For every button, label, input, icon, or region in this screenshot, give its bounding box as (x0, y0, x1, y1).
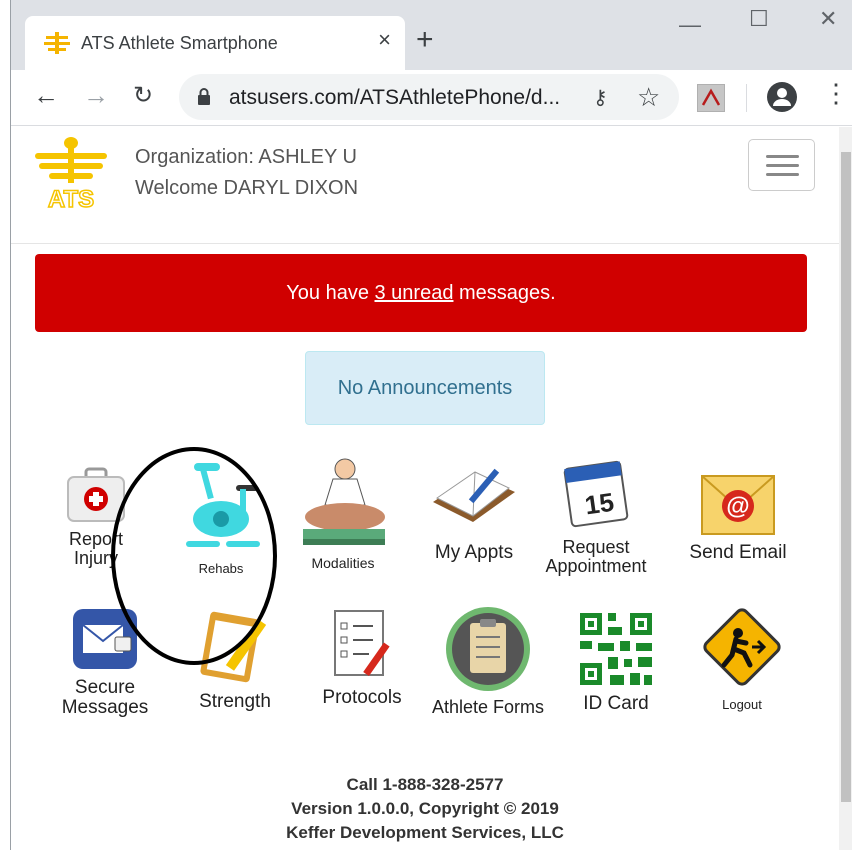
lock-icon (198, 88, 210, 105)
announcements-box[interactable]: No Announcements (305, 351, 545, 425)
vertical-scrollbar[interactable] (839, 127, 852, 850)
footer-version: Version 1.0.0.0, Copyright © 2019 (291, 799, 559, 818)
svg-text:15: 15 (583, 487, 616, 521)
scrollbar-thumb[interactable] (841, 152, 851, 802)
menu-bar (766, 164, 799, 167)
menu-bar (766, 155, 799, 158)
request-appointment-tile[interactable]: 15 Request Appointment (541, 457, 651, 576)
exit-sign-icon (703, 608, 781, 686)
tile-label: My Appts (434, 542, 514, 563)
unread-messages-link[interactable]: 3 unread (375, 282, 454, 304)
tile-label: Protocols (322, 687, 402, 708)
browser-menu-icon[interactable]: ⋮ (823, 80, 849, 106)
address-bar[interactable]: atsusers.com/ATSAthletePhone/d... ⚷ ☆ (179, 74, 679, 120)
tile-label: Strength (199, 691, 271, 712)
account-icon[interactable] (767, 82, 797, 112)
welcome-text: Welcome DARYL DIXON (135, 177, 359, 199)
maximize-icon[interactable]: ☐ (749, 8, 769, 30)
tile-label: Modalities (311, 555, 375, 571)
logout-tile[interactable]: Logout (687, 605, 797, 712)
my-appts-tile[interactable]: My Appts (419, 462, 529, 563)
page-content: ATS Organization: ASHLEY U Welcome DARYL… (11, 127, 852, 850)
tab-title: ATS Athlete Smartphone (81, 33, 278, 53)
athlete-forms-tile[interactable]: Athlete Forms (428, 605, 548, 717)
svg-text:ATS: ATS (48, 186, 94, 211)
checklist-icon (334, 610, 390, 677)
menu-bar (766, 173, 799, 176)
alert-prefix: You have (286, 282, 375, 304)
browser-tab[interactable]: ATS Athlete Smartphone × (25, 16, 405, 70)
hamburger-menu-button[interactable] (748, 139, 815, 191)
tab-close-icon[interactable]: × (378, 29, 391, 51)
organization-name: Organization: ASHLEY U (135, 146, 357, 168)
alert-suffix: messages. (453, 282, 556, 304)
ats-logo-icon: ATS (35, 137, 107, 211)
tile-label: Request Appointment (545, 537, 647, 576)
modalities-tile[interactable]: Modalities (293, 457, 393, 571)
ats-favicon-icon (44, 32, 70, 54)
email-envelope-icon: @ (701, 475, 775, 535)
unread-messages-alert: You have 3 unread messages. (35, 254, 807, 332)
bookmark-star-icon[interactable]: ☆ (637, 82, 660, 113)
tile-label: Logout (722, 697, 762, 712)
footer-phone: Call 1-888-328-2577 (346, 775, 504, 794)
svg-text:@: @ (726, 493, 749, 520)
tile-label: Athlete Forms (431, 697, 545, 717)
page-footer: Call 1-888-328-2577 Version 1.0.0.0, Cop… (11, 773, 839, 845)
back-arrow-icon[interactable]: ← (33, 82, 59, 108)
id-card-tile[interactable]: ID Card (561, 609, 671, 714)
tile-label: ID Card (583, 693, 649, 714)
send-email-tile[interactable]: @ Send Email (678, 472, 798, 563)
tile-label: Send Email (689, 542, 787, 563)
pdf-extension-icon[interactable] (697, 84, 725, 112)
footer-company: Keffer Development Services, LLC (286, 823, 564, 842)
app-header: ATS Organization: ASHLEY U Welcome DARYL… (11, 127, 839, 244)
browser-window: ATS Athlete Smartphone × + — ☐ ✕ ← → ↻ a… (10, 0, 852, 850)
tab-strip: ATS Athlete Smartphone × + — ☐ ✕ (11, 0, 852, 70)
forward-arrow-icon[interactable]: → (83, 82, 109, 108)
url-text: atsusers.com/ATSAthletePhone/d... (229, 86, 561, 109)
calendar-icon: 15 (563, 460, 629, 528)
highlight-circle-annotation (111, 447, 277, 665)
minimize-icon[interactable]: — (679, 14, 701, 36)
appointment-book-icon (433, 468, 515, 522)
clipboard-form-icon (446, 607, 530, 691)
massage-therapy-icon (303, 458, 385, 545)
protocols-tile[interactable]: Protocols (307, 607, 417, 708)
new-tab-button[interactable]: + (416, 25, 434, 55)
toolbar-divider (746, 84, 747, 112)
qr-code-icon (580, 613, 652, 685)
window-close-icon[interactable]: ✕ (819, 8, 837, 30)
reload-icon[interactable]: ↻ (133, 84, 153, 108)
browser-toolbar: ← → ↻ atsusers.com/ATSAthletePhone/d... … (11, 70, 852, 126)
key-icon[interactable]: ⚷ (593, 85, 608, 110)
tile-label: Secure Messages (61, 677, 149, 718)
